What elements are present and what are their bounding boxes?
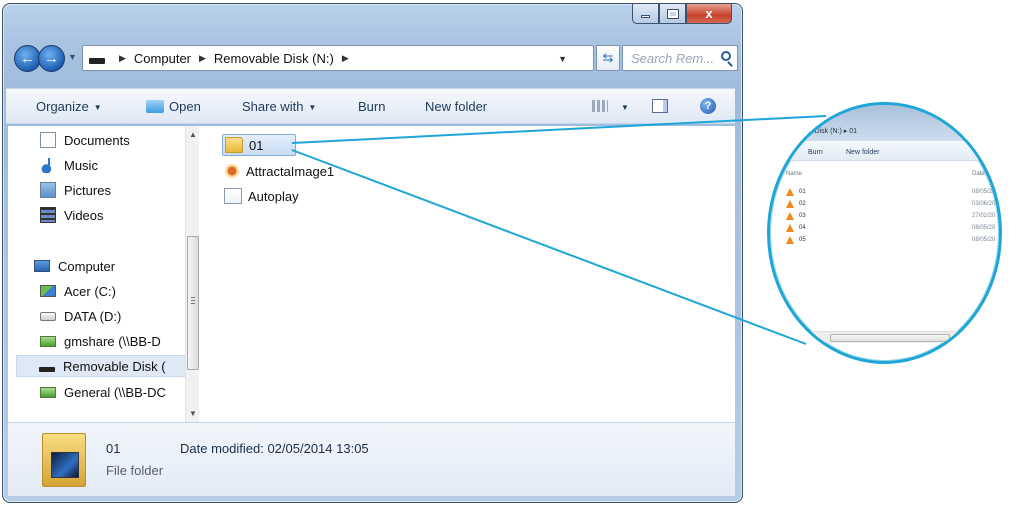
callout-line-top <box>291 115 827 144</box>
vlc-cone-icon <box>786 200 794 208</box>
zoom-file-row: 03 27/02/20 <box>786 211 999 223</box>
zoom-horizontal-scrollbar <box>780 331 999 343</box>
zoom-toolbar: Burn New folder <box>770 141 999 161</box>
zoom-row-name: 01 <box>799 189 806 195</box>
vlc-cone-icon <box>786 212 794 220</box>
zoom-row-date: 08/05/20 <box>972 237 996 243</box>
zoom-row-date: 03/06/20 <box>972 201 996 207</box>
zoom-file-row: 02 03/06/20 <box>786 199 999 211</box>
zoom-row-name: 03 <box>799 213 806 219</box>
zoom-row-name: 05 <box>799 237 806 243</box>
zoom-file-row: 01 08/05/20 <box>786 187 999 199</box>
zoom-breadcrumb: ovable Disk (N:) ▸ 01 <box>792 128 857 135</box>
magnifier-callout: ovable Disk (N:) ▸ 01 Burn New folder Na… <box>767 102 1002 364</box>
zoom-file-row: 05 08/05/20 <box>786 235 999 247</box>
zoom-burn-button: Burn <box>808 149 823 156</box>
zoom-column-date: Date m <box>972 171 992 177</box>
zoom-row-name: 04 <box>799 225 806 231</box>
zoom-row-date: 08/05/20 <box>972 189 996 195</box>
vlc-cone-icon <box>786 188 794 196</box>
zoom-row-name: 02 <box>799 201 806 207</box>
zoom-row-date: 08/05/20 <box>972 225 996 231</box>
zoom-file-row: 04 08/05/20 <box>786 223 999 235</box>
zoom-row-date: 27/02/20 <box>972 213 996 219</box>
vlc-cone-icon <box>786 236 794 244</box>
callout-line-bottom <box>291 149 807 345</box>
zoom-scrollbar-thumb <box>830 334 950 342</box>
vlc-cone-icon <box>786 224 794 232</box>
zoom-column-name: Name <box>786 171 803 177</box>
zoom-new-folder-button: New folder <box>846 149 880 156</box>
